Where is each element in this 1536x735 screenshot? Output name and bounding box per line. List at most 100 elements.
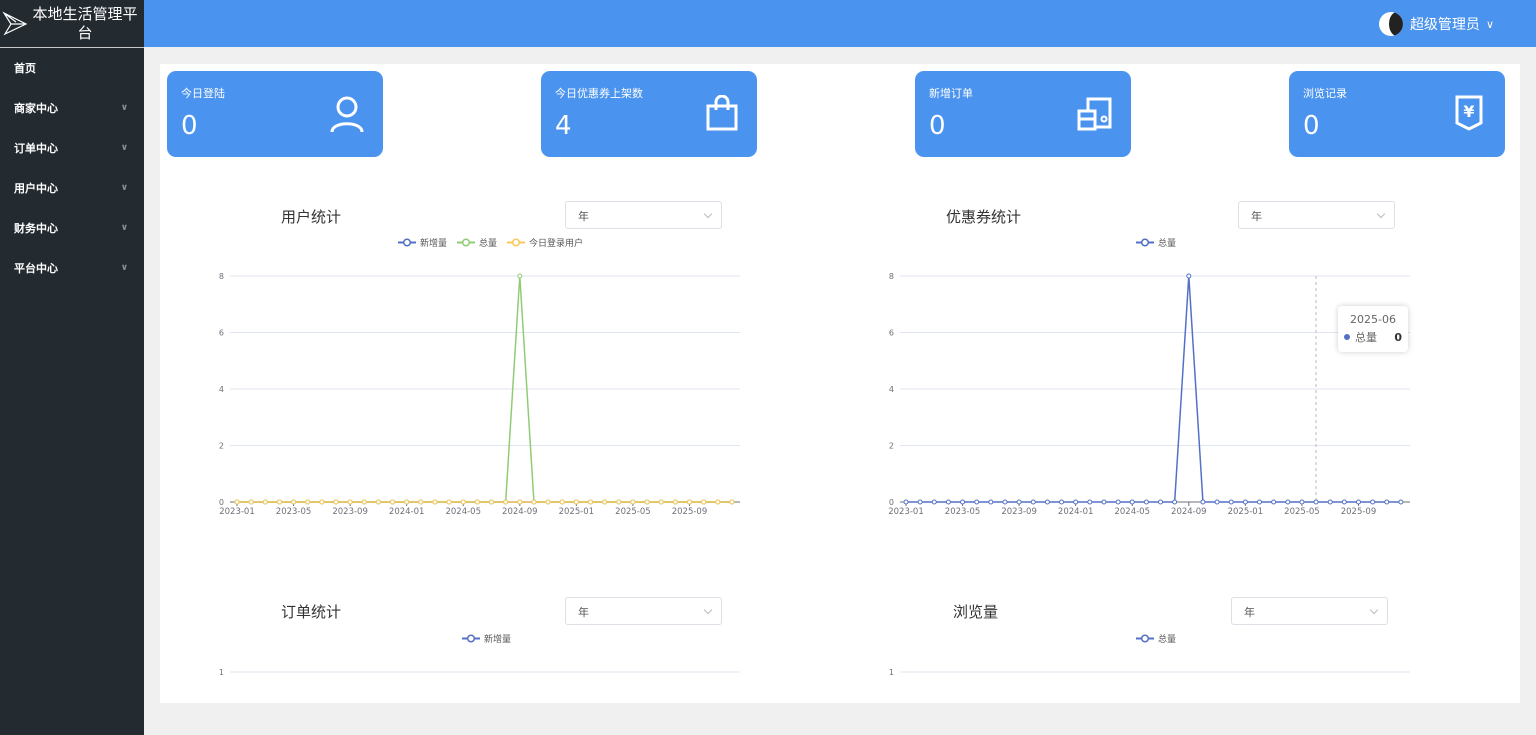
x-tick-label: 2024-09 — [502, 507, 538, 517]
data-point — [715, 499, 721, 505]
y-tick-label: 2 — [889, 442, 894, 451]
x-tick-label: 2023-09 — [332, 507, 368, 517]
svg-text:¥: ¥ — [1463, 102, 1474, 121]
data-point — [1129, 499, 1135, 505]
data-point — [701, 499, 707, 505]
y-tick-label: 1 — [889, 668, 894, 677]
legend-label: 总量 — [1158, 239, 1177, 249]
legend-marker-icon — [462, 634, 480, 643]
sidebar-item-label: 财务中心 — [14, 222, 58, 235]
x-tick-label: 2024-05 — [1114, 507, 1150, 517]
data-point — [1355, 499, 1361, 505]
sidebar-item-label: 商家中心 — [14, 102, 58, 115]
tooltip-value: 0 — [1394, 330, 1402, 344]
data-point — [1313, 499, 1319, 505]
x-tick-label: 2025-05 — [615, 507, 651, 517]
chart-title: 优惠券统计 — [946, 208, 1022, 226]
data-point — [1200, 499, 1206, 505]
chevron-down-icon: ∨ — [120, 143, 128, 153]
header: 超级管理员 ∨ — [144, 0, 1536, 47]
chart-legend: 总量 — [1136, 236, 1176, 249]
y-tick-label: 4 — [219, 385, 224, 394]
chart-title: 浏览量 — [953, 603, 999, 621]
data-point — [1172, 499, 1178, 505]
data-point — [945, 499, 951, 505]
card-value: 0 — [1303, 111, 1320, 141]
card-today-login: 今日登陆 0 — [167, 71, 383, 157]
coupon-stats-chart: 0 2 4 6 8 2023-01 2023-05 2023-09 2024-01 2024-05… — [888, 272, 1410, 517]
data-point — [729, 499, 735, 505]
user-menu[interactable]: 超级管理员 ∨ — [1378, 12, 1494, 36]
sidebar-item[interactable]: 用户中心 ∨ — [0, 168, 144, 208]
legend-item[interactable]: 今日登录用户 — [507, 236, 583, 249]
legend-item[interactable]: 总量 — [1136, 632, 1176, 645]
logo: 本地生活管理平台 — [0, 0, 144, 48]
data-point — [1398, 499, 1404, 505]
sidebar-item[interactable]: 财务中心 ∨ — [0, 208, 144, 248]
chart-legend: 新增量 — [462, 632, 511, 645]
legend-marker-icon — [507, 238, 526, 247]
sidebar-item[interactable]: 订单中心 ∨ — [0, 128, 144, 168]
x-tick-label: 2023-05 — [945, 507, 981, 517]
order-stats-chart: 1 — [219, 668, 740, 677]
y-tick-label: 0 — [889, 498, 894, 507]
legend-item[interactable]: 新增量 — [398, 236, 447, 249]
period-select[interactable]: 年 — [565, 201, 722, 229]
data-point — [917, 499, 923, 505]
x-tick-label: 2023-01 — [888, 507, 924, 517]
data-point — [573, 499, 579, 505]
sidebar-item-label: 用户中心 — [14, 182, 58, 195]
card-new-orders: 新增订单 0 — [915, 71, 1131, 157]
legend-marker-icon — [398, 238, 416, 247]
user-stats-chart: 0 2 4 6 8 2023-01 2023-05 2023-09 2024-01 2024-05… — [219, 272, 740, 517]
legend-item[interactable]: 总量 — [457, 236, 497, 249]
data-point — [960, 499, 966, 505]
tooltip-series: 总量 — [1355, 331, 1377, 344]
data-point — [1384, 499, 1390, 505]
sidebar-item[interactable]: 首页 — [0, 48, 144, 88]
data-point — [686, 499, 692, 505]
data-point — [616, 499, 622, 505]
sidebar-item[interactable]: 商家中心 ∨ — [0, 88, 144, 128]
data-point — [489, 499, 495, 505]
legend-label: 总量 — [1158, 635, 1177, 645]
data-point — [1158, 499, 1164, 505]
data-point — [545, 499, 551, 505]
data-point — [1059, 499, 1065, 505]
card-browse-records: 浏览记录 0 ¥ — [1289, 71, 1505, 157]
data-point — [390, 499, 396, 505]
data-point — [903, 499, 909, 505]
x-tick-label: 2024-01 — [389, 507, 425, 517]
avatar — [1378, 12, 1403, 36]
chevron-down-icon: ∨ — [120, 103, 128, 113]
data-point — [988, 499, 994, 505]
legend-item[interactable]: 总量 — [1136, 236, 1176, 249]
data-point — [1073, 499, 1079, 505]
data-point — [1087, 499, 1093, 505]
data-point — [474, 499, 480, 505]
data-point — [658, 499, 664, 505]
sidebar-item[interactable]: 平台中心 ∨ — [0, 248, 144, 288]
data-point — [291, 499, 297, 505]
sidebar: 本地生活管理平台 首页 商家中心 ∨ 订单中心 ∨ 用户中心 ∨ 财务中心 ∨ 平台中心 ∨ — [0, 0, 144, 735]
data-point — [517, 273, 523, 279]
legend-label: 总量 — [479, 239, 498, 249]
data-point — [644, 499, 650, 505]
shopping-bag-icon — [706, 95, 738, 131]
period-select[interactable]: 年 — [1231, 597, 1388, 625]
chart-tooltip: 2025-06 总量 0 — [1338, 306, 1408, 352]
legend-label: 今日登录用户 — [529, 239, 584, 249]
x-tick-label: 2025-09 — [1341, 507, 1377, 517]
data-point — [672, 499, 678, 505]
period-select[interactable]: 年 — [565, 597, 722, 625]
period-select[interactable]: 年 — [1238, 201, 1395, 229]
sidebar-item-label: 平台中心 — [14, 262, 58, 275]
user-icon — [330, 96, 364, 133]
tooltip-date: 2025-06 — [1350, 313, 1396, 326]
data-point — [1242, 499, 1248, 505]
app-title: 本地生活管理平台 — [32, 4, 138, 42]
y-tick-label: 4 — [889, 385, 894, 394]
chart-title: 订单统计 — [281, 603, 342, 621]
data-point — [319, 499, 325, 505]
legend-item[interactable]: 新增量 — [462, 632, 511, 645]
